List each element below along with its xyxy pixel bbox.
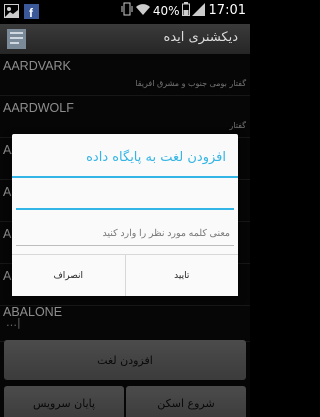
add-word-dialog: افزودن لغت به پایگاه داده انصراف تایید <box>12 134 238 296</box>
dialog-title-divider <box>12 176 238 178</box>
facebook-notification-icon: f <box>23 3 39 19</box>
dialog-button-bar: انصراف تایید <box>12 254 238 296</box>
app-title: دیکشنری ایده <box>163 30 238 45</box>
battery-icon <box>181 2 190 19</box>
confirm-button[interactable]: تایید <box>124 255 238 296</box>
wifi-icon <box>135 2 151 19</box>
word-input[interactable] <box>16 180 234 210</box>
battery-percent: 40% <box>152 3 180 18</box>
cancel-button[interactable]: انصراف <box>12 255 125 296</box>
vibrate-icon <box>121 2 133 19</box>
status-bar: f 40% 17:01 <box>0 0 250 24</box>
app-icon[interactable] <box>4 27 30 51</box>
meaning-input[interactable] <box>16 222 234 246</box>
gallery-notification-icon <box>3 3 19 19</box>
dialog-title: افزودن لغت به پایگاه داده <box>86 150 226 165</box>
action-bar: دیکشنری ایده <box>0 24 250 54</box>
signal-icon <box>191 2 205 19</box>
clock: 17:01 <box>208 3 246 18</box>
